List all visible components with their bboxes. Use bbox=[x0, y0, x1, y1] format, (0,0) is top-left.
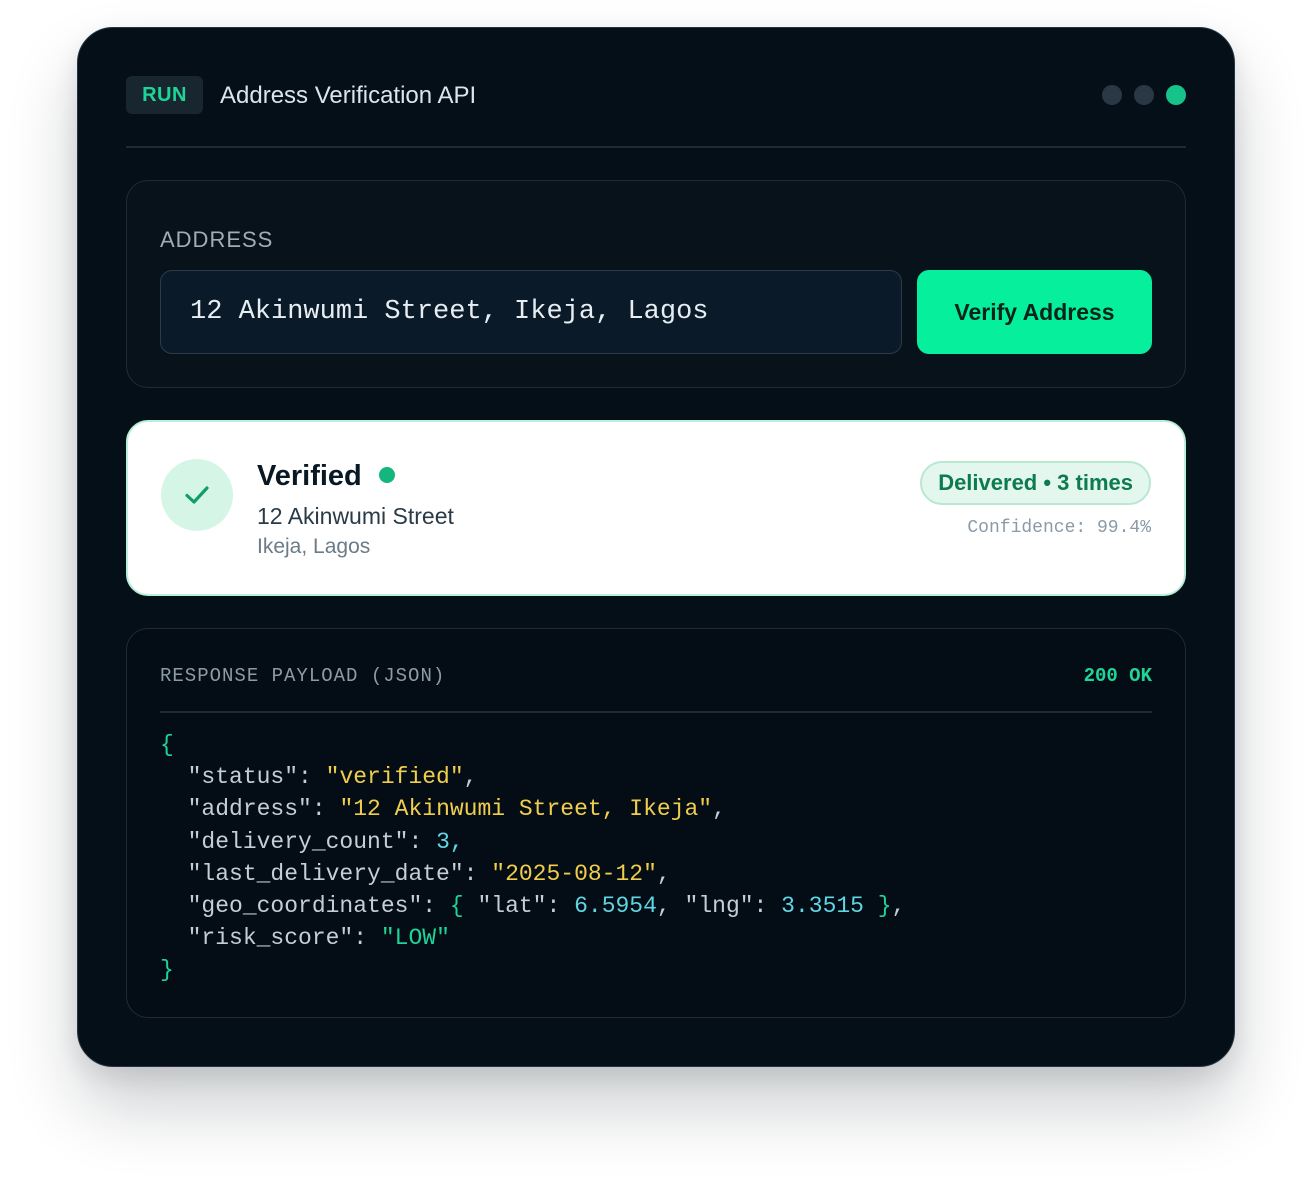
window-controls bbox=[1102, 85, 1186, 105]
window-dot-active-icon[interactable] bbox=[1166, 85, 1186, 105]
payload-divider bbox=[160, 711, 1152, 713]
json-string-value: "2025-08-12" bbox=[491, 860, 657, 887]
payload-label: RESPONSE PAYLOAD (JSON) bbox=[160, 665, 446, 687]
header-divider bbox=[126, 146, 1186, 148]
status-indicator-icon bbox=[379, 467, 395, 483]
verification-status: Verified bbox=[257, 460, 362, 492]
json-key: "status" bbox=[187, 764, 299, 791]
json-number-value: 3.3515 bbox=[781, 893, 864, 920]
app-title: Address Verification API bbox=[220, 82, 477, 109]
json-open-brace: { bbox=[160, 732, 174, 758]
json-close-brace: } bbox=[160, 957, 174, 984]
http-status-badge: 200 OK bbox=[1083, 665, 1152, 687]
json-key: "address" bbox=[187, 796, 312, 823]
window-dot-icon[interactable] bbox=[1102, 85, 1122, 105]
address-form: ADDRESS Verify Address bbox=[126, 180, 1186, 388]
json-key: "lat" bbox=[477, 893, 547, 920]
json-string-value: "LOW" bbox=[380, 925, 450, 952]
response-payload-panel: RESPONSE PAYLOAD (JSON) 200 OK { "status… bbox=[126, 628, 1186, 1018]
json-key: "lng" bbox=[684, 893, 754, 920]
run-badge[interactable]: RUN bbox=[126, 76, 203, 114]
json-number-value: 3 bbox=[436, 828, 450, 855]
json-code-block[interactable]: { "status": "verified", "address": "12 A… bbox=[160, 729, 905, 987]
json-key: "last_delivery_date" bbox=[187, 860, 464, 887]
json-string-value: "12 Akinwumi Street, Ikeja" bbox=[339, 796, 713, 823]
json-string-value: "verified" bbox=[325, 764, 464, 791]
check-icon bbox=[161, 459, 233, 531]
window-header: RUN Address Verification API bbox=[126, 76, 1186, 116]
json-key: "delivery_count" bbox=[187, 828, 409, 855]
address-label: ADDRESS bbox=[160, 227, 274, 252]
api-window: RUN Address Verification API ADDRESS Ver… bbox=[77, 27, 1235, 1067]
delivered-badge: Delivered • 3 times bbox=[920, 461, 1151, 505]
result-street: 12 Akinwumi Street bbox=[257, 503, 454, 529]
address-input[interactable] bbox=[160, 270, 902, 354]
json-key: "geo_coordinates" bbox=[187, 893, 423, 920]
verification-result-card: Verified 12 Akinwumi Street Ikeja, Lagos… bbox=[126, 420, 1186, 596]
confidence-score: Confidence: 99.4% bbox=[967, 518, 1151, 538]
json-number-value: 6.5954 bbox=[574, 893, 657, 920]
json-key: "risk_score" bbox=[187, 925, 354, 952]
verify-address-button[interactable]: Verify Address bbox=[917, 270, 1152, 354]
window-dot-icon[interactable] bbox=[1134, 85, 1154, 105]
result-city: Ikeja, Lagos bbox=[257, 535, 371, 558]
